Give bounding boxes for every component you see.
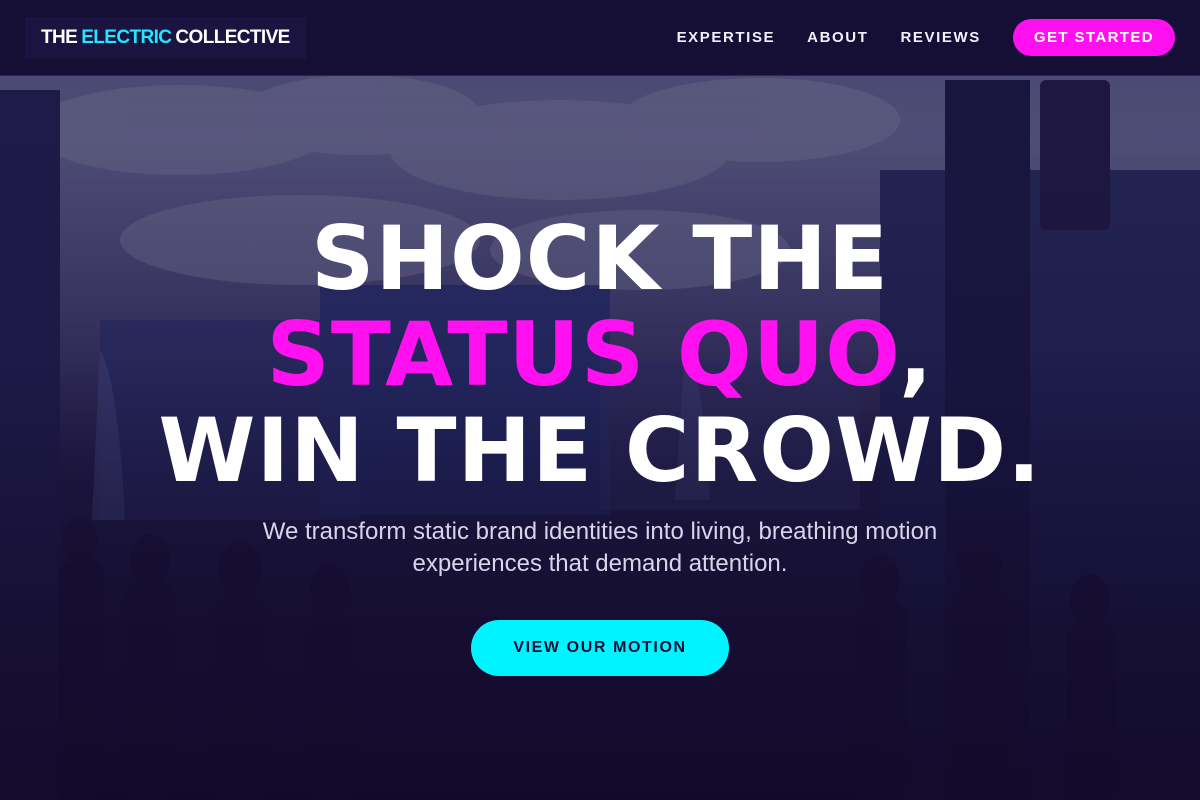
headline-line-3: WIN THE CROWD. xyxy=(158,399,1042,502)
site-logo[interactable]: THE ELECTRIC COLLECTIVE xyxy=(25,16,306,59)
nav-link-about[interactable]: ABOUT xyxy=(807,29,868,46)
view-our-motion-button[interactable]: VIEW OUR MOTION xyxy=(471,620,729,676)
logo-word-electric: ELECTRIC xyxy=(81,26,172,48)
logo-word-collective: COLLECTIVE xyxy=(175,26,290,48)
get-started-button[interactable]: GET STARTED xyxy=(1012,19,1175,56)
nav-link-expertise[interactable]: EXPERTISE xyxy=(677,29,776,46)
nav-link-reviews[interactable]: REVIEWS xyxy=(900,29,980,46)
hero-section: SHOCK THE STATUS QUO, WIN THE CROWD. We … xyxy=(0,76,1200,800)
hero-headline: SHOCK THE STATUS QUO, WIN THE CROWD. xyxy=(0,211,1200,499)
top-navigation-bar: THE ELECTRIC COLLECTIVE EXPERTISE ABOUT … xyxy=(0,0,1200,76)
hero-subtext: We transform static brand identities int… xyxy=(262,518,938,577)
headline-line-1: SHOCK THE xyxy=(310,207,890,310)
headline-comma: , xyxy=(899,303,934,406)
nav-links: EXPERTISE ABOUT REVIEWS GET STARTED xyxy=(677,19,1175,56)
headline-highlight: STATUS QUO xyxy=(266,303,900,406)
logo-word-the: THE xyxy=(41,26,78,48)
headline-line-2: STATUS QUO, xyxy=(0,307,1200,403)
